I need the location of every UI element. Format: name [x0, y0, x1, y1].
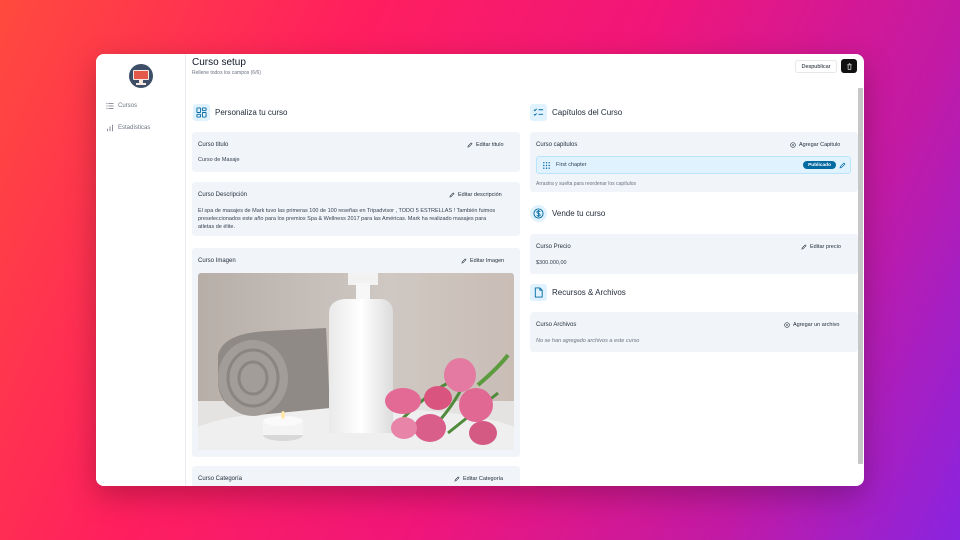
plus-circle-icon: [784, 322, 790, 328]
pencil-icon: [801, 244, 807, 250]
page-subtitle: Rellene todos los campos (6/6): [192, 70, 261, 76]
pencil-icon: [454, 476, 460, 482]
layout-dashboard-icon: [193, 104, 210, 121]
sell-section-header: Vende tu curso: [530, 205, 605, 222]
main-content: Curso setup Rellene todos los campos (6/…: [186, 54, 864, 486]
list-icon: [106, 103, 114, 109]
course-description-value: El spa de masajes de Mark tuvo las prime…: [198, 208, 496, 230]
add-file-button[interactable]: Agregar un archivo: [784, 322, 839, 328]
section-title: Recursos & Archivos: [552, 288, 626, 297]
file-icon: [530, 284, 547, 301]
edit-price-button[interactable]: Editar precio: [801, 244, 841, 250]
plus-circle-icon: [790, 142, 796, 148]
grip-icon[interactable]: [542, 161, 551, 170]
files-card: Curso Archivos Agregar un archivo No se …: [530, 312, 858, 352]
empty-files-message: No se han agregado archivos a este curso: [536, 338, 640, 344]
sidebar-item-estadisticas[interactable]: Estadísticas: [106, 124, 150, 132]
trash-icon: [846, 62, 852, 70]
chapters-section-header: Capítulos del Curso: [530, 104, 622, 121]
card-label: Curso capitulos: [536, 142, 578, 148]
sidebar-item-cursos[interactable]: Cursos: [106, 102, 137, 110]
course-title-value: Curso de Masaje: [198, 157, 240, 163]
section-title: Capítulos del Curso: [552, 108, 623, 117]
description-card: Curso Descripción Editar descripción El …: [192, 182, 520, 236]
customize-section-header: Personaliza tu curso: [193, 104, 287, 121]
edit-description-button[interactable]: Editar descripción: [449, 192, 502, 198]
delete-button[interactable]: [841, 59, 857, 73]
pencil-icon[interactable]: [839, 162, 846, 169]
category-card: Curso Categoría Editar Categoría: [192, 466, 520, 486]
resources-section-header: Recursos & Archivos: [530, 284, 626, 301]
title-card: Curso titulo Editar titulo Curso de Masa…: [192, 132, 520, 172]
pencil-icon: [461, 258, 467, 264]
section-title: Personaliza tu curso: [215, 108, 288, 117]
sidebar-item-label: Cursos: [118, 103, 138, 109]
card-label: Curso Descripción: [198, 192, 248, 198]
app-window: Cursos Estadísticas Curso setup Rellene …: [96, 54, 864, 486]
chapters-card: Curso capitulos Agregar Capitulo First c…: [530, 132, 858, 192]
status-badge: Publicado: [803, 161, 836, 169]
page-title: Curso setup: [192, 57, 246, 68]
sidebar: Cursos Estadísticas: [96, 54, 186, 486]
bar-chart-icon: [107, 124, 113, 132]
card-label: Curso Archivos: [536, 322, 577, 328]
edit-image-button[interactable]: Editar Imagen: [461, 258, 504, 264]
card-label: Curso Categoría: [198, 476, 243, 482]
chapter-item[interactable]: First chapter Publicado: [536, 156, 851, 174]
dollar-circle-icon: [530, 205, 547, 222]
price-value: $300.000,00: [536, 260, 567, 266]
section-title: Vende tu curso: [552, 209, 606, 218]
pencil-icon: [467, 142, 473, 148]
app-logo[interactable]: [129, 64, 153, 88]
chapter-title: First chapter: [556, 162, 587, 168]
card-label: Curso titulo: [198, 142, 229, 148]
card-label: Curso Imagen: [198, 258, 236, 264]
edit-title-button[interactable]: Editar titulo: [467, 142, 504, 148]
edit-category-button[interactable]: Editar Categoría: [454, 476, 503, 482]
card-label: Curso Precio: [536, 244, 571, 250]
price-card: Curso Precio Editar precio $300.000,00: [530, 234, 858, 274]
reorder-hint: Arrastra y suelta para reordenar los cap…: [536, 181, 637, 187]
add-chapter-button[interactable]: Agregar Capitulo: [790, 142, 840, 148]
sidebar-item-label: Estadísticas: [118, 125, 151, 131]
scrollbar[interactable]: [858, 88, 863, 464]
pencil-icon: [449, 192, 455, 198]
course-image: [198, 273, 514, 450]
unpublish-button[interactable]: Despublicar: [795, 60, 837, 73]
image-card: Curso Imagen Editar Imagen: [192, 248, 520, 457]
list-checks-icon: [530, 104, 547, 121]
